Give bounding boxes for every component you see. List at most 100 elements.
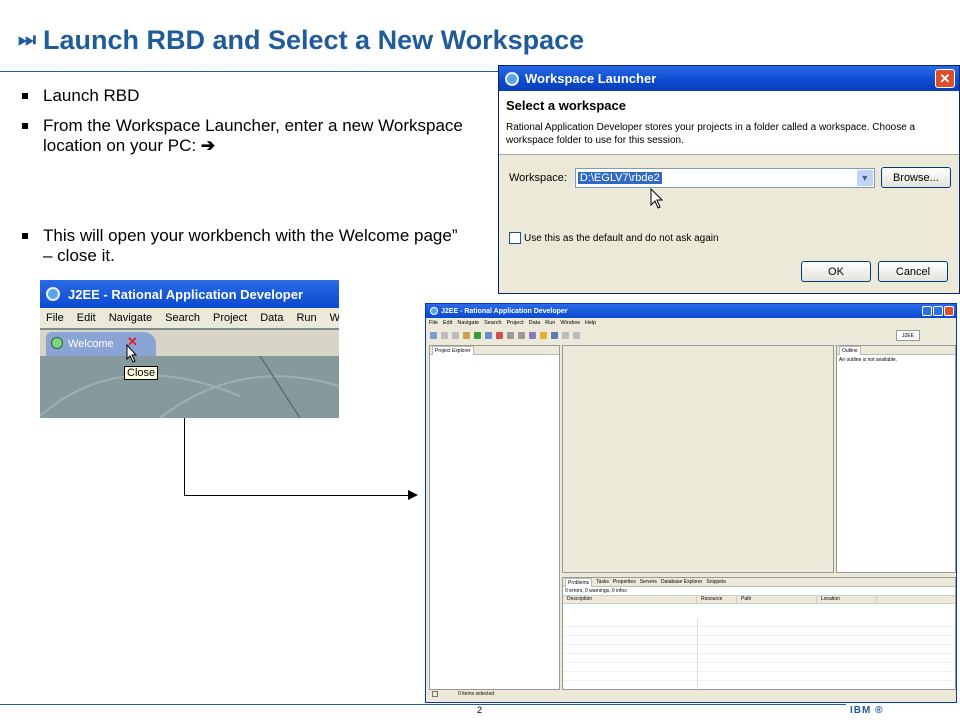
menu-data[interactable]: Data: [529, 320, 541, 326]
tab-snippets[interactable]: Snippets: [706, 579, 725, 585]
ide-titlebar[interactable]: J2EE - Rational Application Developer: [426, 304, 956, 318]
dialog-close-button[interactable]: ✕: [935, 69, 955, 88]
right-arrow-icon: ➔: [200, 136, 216, 155]
workspace-value: D:\EGLV7\rbde2: [577, 171, 662, 184]
outline-message: An outline is not available.: [839, 357, 898, 363]
open-type-icon[interactable]: [507, 331, 514, 339]
outline-pane: Outline An outline is not available.: [836, 345, 956, 573]
skip-forward-icon: ⏭: [18, 28, 36, 51]
problems-pane: Problems Tasks Properties Servers Databa…: [562, 577, 956, 690]
connector-line: [184, 495, 412, 496]
menu-search[interactable]: Search: [165, 312, 200, 324]
menu-window[interactable]: Windo: [330, 312, 339, 324]
column-path[interactable]: Path: [737, 596, 817, 603]
chevron-down-icon[interactable]: ▼: [856, 169, 873, 186]
menu-edit[interactable]: Edit: [443, 320, 452, 326]
ide-menubar: File Edit Navigate Search Project Data R…: [426, 318, 956, 328]
back-icon[interactable]: [562, 331, 569, 339]
menu-window[interactable]: Window: [560, 320, 580, 326]
snippet-menubar: File Edit Navigate Search Project Data R…: [40, 308, 339, 328]
table-header: Description Resource Path Location: [563, 596, 955, 604]
dialog-description: Rational Application Developer stores yo…: [506, 122, 916, 146]
outline-tab[interactable]: Outline: [839, 345, 861, 355]
menu-search[interactable]: Search: [484, 320, 501, 326]
slide-title-bar: ⏭ Launch RBD and Select a New Workspace: [18, 20, 584, 60]
title-divider: [0, 71, 500, 72]
bullet-text: This will open your workbench with the W…: [43, 226, 458, 265]
workspace-combo[interactable]: D:\EGLV7\rbde2 ▼: [574, 167, 875, 188]
bottom-tabbar: Problems Tasks Properties Servers Databa…: [563, 577, 955, 587]
bullet-item: Launch RBD: [22, 86, 463, 106]
tab-database-explorer[interactable]: Database Explorer: [661, 579, 702, 585]
menu-file[interactable]: File: [429, 320, 438, 326]
tool-icon[interactable]: [496, 331, 503, 339]
dialog-titlebar[interactable]: Workspace Launcher: [499, 66, 959, 91]
default-checkbox-row[interactable]: Use this as the default and do not ask a…: [509, 232, 719, 244]
menu-help[interactable]: Help: [585, 320, 596, 326]
bullet-marker: [22, 233, 28, 239]
snippet-titlebar: J2EE - Rational Application Developer: [40, 280, 339, 308]
project-explorer-tab[interactable]: Project Explorer: [432, 345, 474, 355]
menu-edit[interactable]: Edit: [77, 312, 96, 324]
forward-icon[interactable]: [573, 331, 580, 339]
fast-view-icon[interactable]: [432, 691, 438, 697]
ide-toolbar: [426, 328, 956, 342]
menu-run[interactable]: Run: [296, 312, 316, 324]
run-icon[interactable]: [474, 331, 481, 339]
column-resource[interactable]: Resource: [697, 596, 737, 603]
save-icon[interactable]: [441, 331, 448, 339]
server-icon[interactable]: [485, 331, 492, 339]
ibm-logo: IBM ®: [850, 705, 884, 716]
tab-servers[interactable]: Servers: [640, 579, 657, 585]
edit-icon[interactable]: [540, 331, 547, 339]
menu-file[interactable]: File: [46, 312, 64, 324]
eclipse-app-icon: [46, 287, 60, 301]
bullet-item: This will open your workbench with the W…: [22, 226, 463, 266]
menu-navigate[interactable]: Navigate: [457, 320, 479, 326]
snippet-tabbar: Welcome ✕: [40, 330, 339, 356]
problems-summary: 0 errors, 0 warnings, 0 infos: [565, 588, 627, 594]
welcome-tab[interactable]: Welcome ✕: [46, 332, 156, 356]
browse-button[interactable]: Browse...: [880, 167, 951, 188]
problems-table: Description Resource Path Location: [563, 595, 955, 604]
maximize-button[interactable]: [933, 306, 943, 316]
search-icon[interactable]: [529, 331, 536, 339]
tab-properties[interactable]: Properties: [613, 579, 636, 585]
snippet-title: J2EE - Rational Application Developer: [68, 286, 304, 302]
cancel-button[interactable]: Cancel: [878, 261, 948, 282]
bullet-text: From the Workspace Launcher, enter a new…: [43, 116, 463, 155]
bullet-text: Launch RBD: [43, 86, 140, 105]
close-button[interactable]: [944, 306, 954, 316]
menu-navigate[interactable]: Navigate: [109, 312, 152, 324]
ide-title: J2EE - Rational Application Developer: [441, 307, 568, 315]
welcome-tab-label: Welcome: [68, 338, 114, 350]
workspace-label: Workspace:: [509, 171, 567, 184]
perspective-switcher[interactable]: J2EE: [896, 330, 920, 341]
print-icon[interactable]: [452, 331, 459, 339]
column-location[interactable]: Location: [817, 596, 877, 603]
arrow-head-icon: [408, 490, 418, 500]
ok-button[interactable]: OK: [801, 261, 871, 282]
menu-project[interactable]: Project: [507, 320, 524, 326]
dialog-title: Workspace Launcher: [525, 71, 657, 86]
workspace-row: Workspace: D:\EGLV7\rbde2 ▼ Browse...: [509, 167, 951, 188]
minimize-button[interactable]: [922, 306, 932, 316]
tab-tasks[interactable]: Tasks: [596, 579, 609, 585]
workspace-launcher-dialog: Workspace Launcher ✕ Select a workspace …: [498, 65, 960, 294]
default-checkbox[interactable]: [509, 232, 521, 244]
project-explorer-pane: Project Explorer: [429, 345, 560, 690]
globe-icon[interactable]: [551, 331, 558, 339]
debug-icon[interactable]: [463, 331, 470, 339]
new-icon[interactable]: [430, 331, 437, 339]
eclipse-app-icon: [430, 307, 438, 315]
bullet-marker: [22, 123, 28, 129]
menu-project[interactable]: Project: [213, 312, 247, 324]
menu-run[interactable]: Run: [545, 320, 555, 326]
slide-title: Launch RBD and Select a New Workspace: [43, 24, 585, 55]
editor-area: [562, 345, 834, 573]
open-resource-icon[interactable]: [518, 331, 525, 339]
dialog-header: Select a workspace Rational Application …: [499, 91, 959, 155]
column-description[interactable]: Description: [563, 596, 697, 603]
tab-problems[interactable]: Problems: [565, 577, 593, 587]
menu-data[interactable]: Data: [260, 312, 283, 324]
